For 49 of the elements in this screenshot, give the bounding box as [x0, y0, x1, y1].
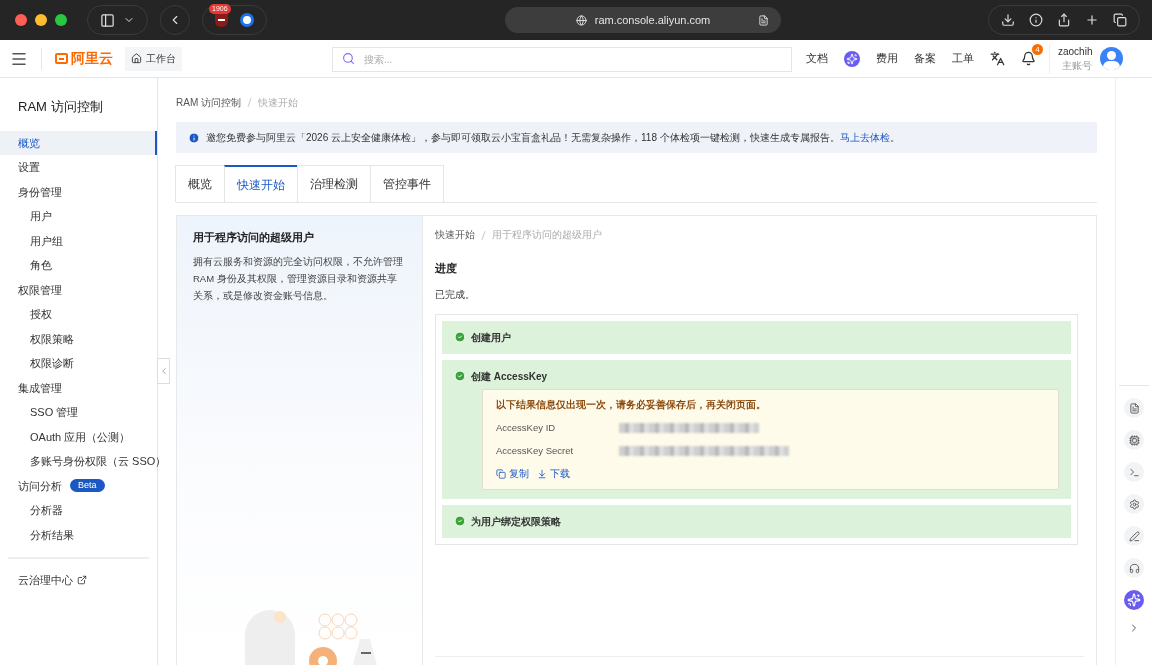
header-link[interactable]: 费用 [876, 50, 898, 67]
breadcrumb-current: 用于程序访问的超级用户 [492, 228, 602, 242]
header-link[interactable]: 备案 [914, 50, 936, 67]
sidebar-item[interactable]: 用户组 [0, 228, 157, 253]
progress-status: 已完成。 [435, 287, 476, 302]
field-label: AccessKey Secret [496, 444, 575, 459]
step-label: 创建用户 [471, 330, 511, 345]
sidebar-item[interactable]: 访问分析 Beta [0, 473, 157, 498]
header-link[interactable]: 文档 [806, 50, 828, 67]
sidebar-item[interactable]: 权限诊断 [0, 351, 157, 376]
breadcrumb-current: 快速开始 [258, 96, 298, 110]
sidebar-item[interactable]: 身份管理 [0, 179, 157, 204]
sidebar-item[interactable]: 分析结果 [0, 522, 157, 547]
workbench-button[interactable]: 工作台 [125, 46, 182, 71]
action-link[interactable]: 复制 [496, 466, 529, 481]
governance-center-link[interactable]: 云治理中心 [0, 572, 157, 589]
sidebar-title: RAM 访问控制 [17, 98, 104, 116]
sidebar-item[interactable]: 授权 [0, 302, 157, 327]
search-field[interactable]: 搜索... [332, 47, 792, 72]
beta-badge: Beta [70, 479, 105, 493]
breadcrumb-link[interactable]: 快速开始 [435, 228, 475, 243]
sidebar-item[interactable]: 分析器 [0, 498, 157, 523]
username: zaochih [1058, 44, 1093, 59]
tab[interactable]: 管控事件 [370, 165, 444, 202]
sidebar-item[interactable]: 集成管理 [0, 375, 157, 400]
sidebar-item[interactable]: 多账号身份权限（云 SSO） [0, 449, 157, 474]
breadcrumb-link[interactable]: RAM 访问控制 [176, 95, 241, 110]
header-link[interactable]: 工单 [952, 50, 974, 67]
sidebar-item[interactable]: 权限管理 [0, 277, 157, 302]
sidebar-item[interactable]: OAuth 应用（公测） [0, 424, 157, 449]
sidebar-item[interactable]: 权限策略 [0, 326, 157, 351]
progress-heading: 进度 [435, 261, 458, 277]
intro-title: 用于程序访问的超级用户 [193, 230, 315, 245]
sidebar-item[interactable]: SSO 管理 [0, 400, 157, 425]
sidebar-item[interactable]: 概览 [0, 130, 157, 155]
sidebar-item[interactable]: 用户 [0, 204, 157, 229]
promotion-notice: 邀您免费参与阿里云「2026 云上安全健康体检」，参与即可领取云小宝盲盒礼品！无需复杂操作，118 个体检项一键检测，快速生成专属报告。马上去体检。 [206, 131, 900, 145]
account-type: 主账号 [1062, 58, 1093, 73]
notification-count: 4 [1032, 44, 1043, 55]
intro-description: 拥有云服务和资源的完全访问权限，不允许管理 RAM 身份及其权限，管理资源目录和资源共享关系，或是修改资金账号信息。 [193, 254, 404, 303]
check-now-link[interactable]: 马上去体检 [839, 132, 890, 143]
step-label: 为用户绑定权限策略 [471, 514, 561, 529]
address-bar[interactable]: ram.console.aliyun.com [505, 7, 781, 33]
step-label: 创建 AccessKey [471, 369, 548, 384]
sidebar-item[interactable]: 角色 [0, 253, 157, 278]
warning-text: 以下结果信息仅出现一次，请务必妥善保存后，再关闭页面。 [496, 397, 767, 412]
sidebar-item[interactable]: 设置 [0, 155, 157, 180]
action-link[interactable]: 下载 [537, 466, 570, 481]
field-label: AccessKey ID [496, 421, 557, 435]
